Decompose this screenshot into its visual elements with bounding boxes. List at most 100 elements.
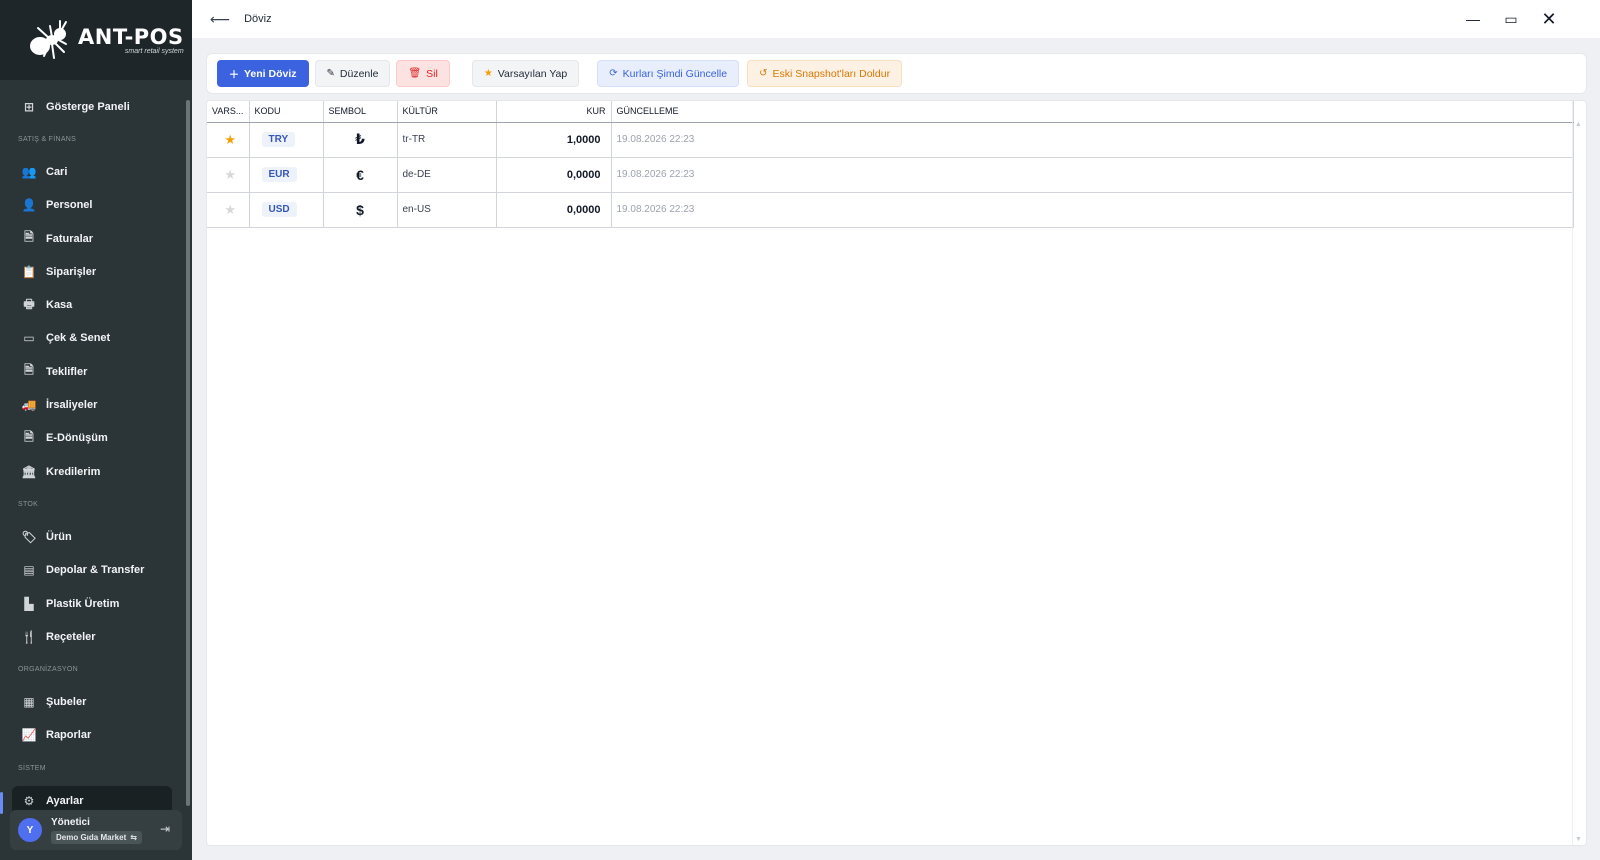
sidebar-item-personel[interactable]: 👤 Personel <box>0 189 192 222</box>
culture-cell: tr-TR <box>397 122 497 158</box>
currency-code-badge: USD <box>261 202 297 217</box>
sidebar-item-depolar-transfer[interactable]: ▤ Depolar & Transfer <box>0 554 192 587</box>
sidebar-nav: ⊞ Gösterge Paneli SATIŞ & FİNANS 👥 Cari 👤 Pers… <box>0 80 192 817</box>
title-bar: ⟵ Döviz — ▭ ✕ <box>192 0 1600 38</box>
sidebar: ANT-POS smart retail system ⊞ Gösterge Pa… <box>0 0 192 860</box>
maximize-icon[interactable]: ▭ <box>1492 0 1530 38</box>
updated-cell: 19.08.2026 22:23 <box>611 122 1574 158</box>
updated-cell: 19.08.2026 22:23 <box>611 192 1574 228</box>
e-document-icon: 🗎 <box>24 429 34 444</box>
rate-cell: 0,0000 <box>496 192 612 228</box>
scroll-down-icon[interactable]: ▼ <box>1575 836 1582 843</box>
sidebar-section-label: STOK <box>18 500 39 508</box>
cash-register-icon: 🖶 <box>23 296 35 311</box>
bank-icon: 🏛 <box>21 464 37 479</box>
swap-icon: ⇆ <box>130 832 137 842</box>
building-icon: ▦ <box>23 695 35 710</box>
toolbar: ＋ Yeni Döviz ✎ Düzenle 🗑 Sil ★ Varsayıla… <box>206 53 1587 94</box>
factory-icon: ▙ <box>24 596 34 611</box>
orders-icon: 📋 <box>21 264 37 279</box>
sidebar-section-label: SATIŞ & FİNANS <box>18 135 77 143</box>
page-title: Döviz <box>244 13 272 25</box>
logout-icon[interactable]: ⇥ <box>160 822 170 836</box>
sidebar-section-label: ORGANİZASYON <box>18 665 78 673</box>
grid-scrollbar[interactable]: ▲ ▼ <box>1572 101 1584 845</box>
culture-cell: de-DE <box>397 157 497 193</box>
company-switcher[interactable]: Demo Gıda Market ⇆ <box>51 830 142 844</box>
star-icon[interactable]: ★ <box>212 167 249 183</box>
logo-subtitle: smart retail system <box>124 48 184 55</box>
update-rates-button[interactable]: ⟳ Kurları Şimdi Güncelle <box>597 60 740 87</box>
column-header-culture[interactable]: KÜLTÜR <box>397 101 497 123</box>
rate-value: 0,0000 <box>566 203 601 216</box>
fill-snapshots-button[interactable]: ↺ Eski Snapshot'ları Doldur <box>747 60 903 87</box>
minimize-icon[interactable]: — <box>1454 0 1492 38</box>
sidebar-item-re-eteler[interactable]: 🍴 Reçeteler <box>0 620 192 653</box>
sidebar-item-label: Çek & Senet <box>46 332 111 345</box>
sidebar-item--r-n[interactable]: 🏷 Ürün <box>0 520 192 553</box>
sidebar-item-cari[interactable]: 👥 Cari <box>0 155 192 188</box>
sidebar-item-g-sterge-paneli[interactable]: ⊞ Gösterge Paneli <box>0 90 192 123</box>
default-cell[interactable]: ★ <box>207 192 250 228</box>
sidebar-item-plastik-retim[interactable]: ▙ Plastik Üretim <box>0 587 192 620</box>
table-row[interactable]: ★ TRY ₺ tr-TR 1,0000 19.08.2026 22:23 <box>207 122 1574 158</box>
default-cell[interactable]: ★ <box>207 122 250 158</box>
column-header-rate[interactable]: KUR <box>496 101 612 123</box>
warehouse-icon: ▤ <box>23 563 35 578</box>
sidebar-item-label: Siparişler <box>46 265 97 278</box>
default-cell[interactable]: ★ <box>207 157 250 193</box>
sidebar-section-label: SİSTEM <box>18 764 46 772</box>
sidebar-item--ubeler[interactable]: ▦ Şubeler <box>0 685 192 718</box>
star-icon: ★ <box>483 68 493 79</box>
rate-value: 1,0000 <box>566 133 601 146</box>
sidebar-item-label: Plastik Üretim <box>46 597 120 610</box>
user-name: Yönetici <box>51 816 90 828</box>
currency-table: VARS... KODU SEMBOL KÜLTÜR KUR GÜNCELLEM… <box>207 101 1574 228</box>
quote-icon: 🗎 <box>24 363 34 378</box>
scroll-up-icon[interactable]: ▲ <box>1575 121 1582 128</box>
table-row[interactable]: ★ USD $ en-US 0,0000 19.08.2026 22:23 <box>207 192 1574 228</box>
sidebar-item-sipari-ler[interactable]: 📋 Siparişler <box>0 255 192 288</box>
new-currency-button[interactable]: ＋ Yeni Döviz <box>217 60 309 87</box>
column-header-code[interactable]: KODU <box>249 101 324 123</box>
edit-button[interactable]: ✎ Düzenle <box>314 60 391 87</box>
symbol-cell: $ <box>323 192 398 228</box>
delete-button[interactable]: 🗑 Sil <box>396 60 450 87</box>
company-name: Demo Gıda Market <box>56 832 127 842</box>
sidebar-item-faturalar[interactable]: 🗎 Faturalar <box>0 222 192 255</box>
sidebar-item-label: Şubeler <box>46 696 87 709</box>
set-default-button[interactable]: ★ Varsayılan Yap <box>471 60 580 87</box>
active-indicator <box>0 791 3 814</box>
user-card[interactable]: Y Yönetici Demo Gıda Market ⇆ ⇥ <box>10 810 182 850</box>
rate-value: 0,0000 <box>566 168 601 181</box>
currency-code-badge: EUR <box>261 167 297 182</box>
logo-title: ANT-POS <box>78 25 184 49</box>
sidebar-item-kasa[interactable]: 🖶 Kasa <box>0 288 192 321</box>
sidebar-item-e-d-n-m[interactable]: 🗎 E-Dönüşüm <box>0 422 192 455</box>
back-arrow-icon[interactable]: ⟵ <box>210 11 230 28</box>
table-row[interactable]: ★ EUR € de-DE 0,0000 19.08.2026 22:23 <box>207 157 1574 193</box>
currency-grid: VARS... KODU SEMBOL KÜLTÜR KUR GÜNCELLEM… <box>206 100 1587 846</box>
sidebar-item-i-rsaliyeler[interactable]: 🚚 İrsaliyeler <box>0 388 192 421</box>
settings-icon: ⚙ <box>23 793 35 808</box>
sidebar-item-kredilerim[interactable]: 🏛 Kredilerim <box>0 455 192 488</box>
updated-cell: 19.08.2026 22:23 <box>611 157 1574 193</box>
symbol-cell: ₺ <box>323 122 398 158</box>
chart-line-icon: 📈 <box>21 728 37 743</box>
sidebar-item-label: Ürün <box>46 530 72 543</box>
ant-logo-icon <box>24 18 74 62</box>
sidebar-scrollbar[interactable] <box>186 100 190 806</box>
column-header-updated[interactable]: GÜNCELLEME <box>611 101 1574 123</box>
tag-icon: 🏷 <box>21 529 37 544</box>
truck-icon: 🚚 <box>21 398 37 413</box>
sidebar-item-teklifler[interactable]: 🗎 Teklifler <box>0 355 192 388</box>
column-header-default[interactable]: VARS... <box>207 101 250 123</box>
sidebar-item--ek-senet[interactable]: ▭ Çek & Senet <box>0 322 192 355</box>
sidebar-item-label: Ayarlar <box>46 794 84 807</box>
close-icon[interactable]: ✕ <box>1530 0 1568 38</box>
column-header-symbol[interactable]: SEMBOL <box>323 101 398 123</box>
pencil-icon: ✎ <box>326 68 335 79</box>
star-icon[interactable]: ★ <box>212 132 249 148</box>
star-icon[interactable]: ★ <box>212 202 249 218</box>
sidebar-item-raporlar[interactable]: 📈 Raporlar <box>0 719 192 752</box>
